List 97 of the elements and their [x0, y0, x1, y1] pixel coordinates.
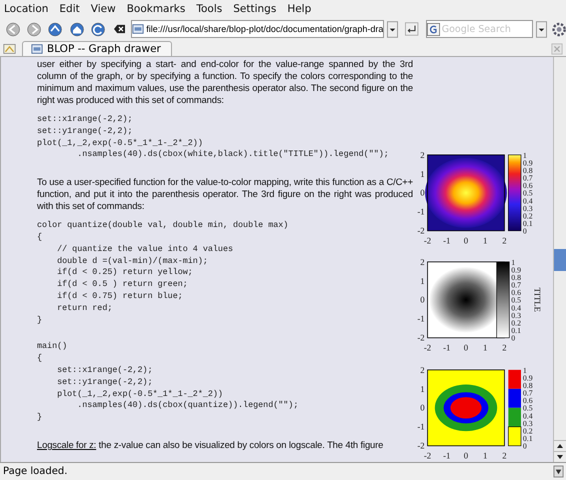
axis-tick-label: 1	[483, 342, 488, 353]
colorbar-tick-label: 1	[522, 150, 527, 160]
scroll-up-icon[interactable]	[554, 440, 566, 451]
menu-item[interactable]: Tools	[196, 2, 222, 14]
scrollbar[interactable]	[553, 57, 566, 462]
code-snippet: set::x1range(-2,2); set::y1range(-2,2); plot(_1,_2,exp(-0.5*_1*_1-_2*_2)) .nsamples(40).ds(cbox(white,black).title("TITLE")).legend("");	[37, 114, 390, 162]
colorbar-tick-label: 0.6	[511, 288, 521, 298]
status-text: Page loaded.	[3, 466, 68, 477]
axis-tick-label: 0	[420, 402, 425, 412]
colorbar-tick-label: 0.4	[522, 411, 533, 420]
axis-tick-label: 2	[420, 364, 425, 374]
stop-icon[interactable]	[114, 24, 126, 34]
colorbar-tick-label: 0.2	[522, 212, 533, 221]
colorbar-tick-label: 0.1	[522, 219, 533, 228]
axis-tick-label: -1	[417, 314, 425, 324]
gear-icon[interactable]	[552, 22, 566, 36]
paragraph: user either by specifying a start- and end-color for the value-range spanned by the 3rd column of the graph, or by specifying a function. To specify the colors corresponding to the minimum and maximum values, use the parenthesis operator also. The second figure on the right was produced with this set of commands:	[37, 58, 413, 106]
colorbar-tick-label: 0.8	[522, 166, 533, 175]
colorbar-tick-label: 0.8	[511, 273, 521, 282]
axis-tick-label: 1	[420, 383, 425, 394]
axis-tick-label: -2	[417, 226, 425, 236]
new-tab-icon[interactable]	[3, 42, 16, 55]
colorbar-tick-label: 0.1	[522, 434, 533, 443]
axis-tick-label: 1	[420, 168, 425, 179]
dropdown-icon[interactable]	[536, 20, 547, 38]
colorbar-tick-label: 0	[511, 334, 516, 344]
up-icon[interactable]	[47, 20, 64, 38]
axis-tick-label: -1	[443, 450, 450, 460]
enter-icon[interactable]	[405, 22, 419, 36]
axis-tick-label: -2	[424, 450, 432, 460]
axis-tick-label: -2	[424, 342, 432, 353]
axis-tick-label: -1	[443, 235, 450, 246]
axis-tick-label: 0	[464, 450, 468, 460]
axis-tick-label: 2	[502, 342, 507, 353]
axis-tick-label: 0	[464, 342, 468, 353]
scrollbar-thumb[interactable]	[554, 249, 566, 271]
colorbar-tick-label: 0.3	[511, 311, 521, 320]
colorbar-tick-label: 0	[522, 441, 527, 450]
menu-item[interactable]: Location	[4, 2, 48, 14]
axis-tick-label: 2	[502, 235, 507, 246]
axis-tick-label: -2	[424, 235, 432, 246]
paragraph: Logscale for z: the z-value can also be visualized by colors on logscale. The 4th figure	[37, 438, 384, 451]
menu-item[interactable]: Edit	[59, 2, 80, 14]
colorbar-tick-label: 0.9	[511, 266, 521, 275]
axis-tick-label: 2	[502, 450, 507, 460]
colorbar-tick-label: 0.3	[522, 418, 533, 428]
colorbar-tick-label: 0.7	[522, 174, 533, 183]
colorbar-tick-label: 0.6	[522, 181, 533, 190]
axis-tick-label: -2	[417, 440, 425, 450]
colorbar-tick-label: 0.9	[522, 373, 533, 382]
axis-tick-label: -1	[417, 206, 425, 217]
axis-tick-label: 1	[483, 450, 488, 460]
colorbar-tick-label: 0.1	[511, 326, 521, 336]
colorbar-tick-label: 0	[522, 226, 527, 236]
axis-tick-label: -1	[443, 342, 450, 353]
code-snippet: main() { set::x1range(-2,2); set::y1range(-2,2); plot(_1,_2,exp(-0.5*_1*_1-_2*_2)) .nsamples(40).ds(cbox(quantize)).legend(""); }	[37, 341, 300, 424]
colorbar-tick-label: 0.9	[522, 158, 533, 168]
menu-item[interactable]: Bookmarks	[126, 2, 186, 14]
browser-tab[interactable]: BLOP -- Graph drawer	[22, 41, 172, 56]
paragraph: To use a user-specified function for the value-to-color mapping, write this function as a C/C++ function, and put it into the parenthesis operator. The 3rd figure on the right was produced with this set of commands:	[37, 176, 413, 212]
colorbar-tick-label: 0.8	[522, 380, 533, 390]
dropdown-icon[interactable]	[387, 20, 398, 38]
colorbar-tick-label: 0.4	[511, 304, 521, 313]
colorbar-tick-label: 0.5	[522, 188, 533, 198]
colorbar-tick-label: 0.2	[511, 318, 521, 328]
address-field[interactable]: file:///usr/local/share/blop-plot/doc/documentation/graph-dra	[131, 20, 384, 38]
axis-tick-label: -2	[417, 333, 425, 344]
axis-tick-label: 2	[420, 257, 425, 268]
menu-item[interactable]: View	[90, 2, 116, 14]
colorbar-tick-label: 1	[511, 258, 516, 268]
menu-item[interactable]: Help	[287, 2, 312, 14]
colorbar-tick-label: 0.4	[522, 196, 533, 206]
search-field[interactable]: Google Search	[426, 20, 533, 38]
colorbar-tick-label: 0.7	[511, 280, 521, 290]
colorbar-tick-label: 0.5	[522, 403, 533, 412]
axis-tick-label: -1	[417, 421, 425, 432]
colorbar-tick-label: 1	[522, 365, 527, 374]
home-icon[interactable]	[68, 20, 85, 38]
menu-item[interactable]: Settings	[233, 2, 276, 14]
axis-tick-label: 1	[420, 276, 425, 286]
search-engine-icon	[426, 22, 440, 36]
page-icon	[132, 23, 144, 35]
colorbar-tick-label: 0.2	[522, 426, 533, 436]
page-icon	[31, 43, 43, 55]
axis-tick-label: 1	[483, 235, 488, 246]
colorbar-title: TITLE	[532, 288, 543, 312]
axis-tick-label: 0	[420, 188, 425, 198]
axis-tick-label: 2	[420, 150, 425, 160]
colorbar-tick-label: 0.6	[522, 396, 533, 405]
axis-tick-label: 0	[420, 295, 425, 306]
code-snippet: color quantize(double val, double min, double max) { // quantize the value into 4 values double d =(val-min)/(max-min); if(d < 0.25) return yellow; if(d < 0.5 ) return green; if(d < 0.75) return blue; return red; }	[37, 220, 290, 326]
reload-icon[interactable]	[90, 20, 106, 38]
colorbar-tick-label: 0.7	[522, 388, 533, 398]
axis-tick-label: 0	[464, 235, 468, 246]
colorbar-tick-label: 0.5	[511, 296, 521, 306]
section-link[interactable]: Logscale for z:	[37, 438, 96, 450]
colorbar-tick-label: 0.3	[522, 204, 533, 213]
